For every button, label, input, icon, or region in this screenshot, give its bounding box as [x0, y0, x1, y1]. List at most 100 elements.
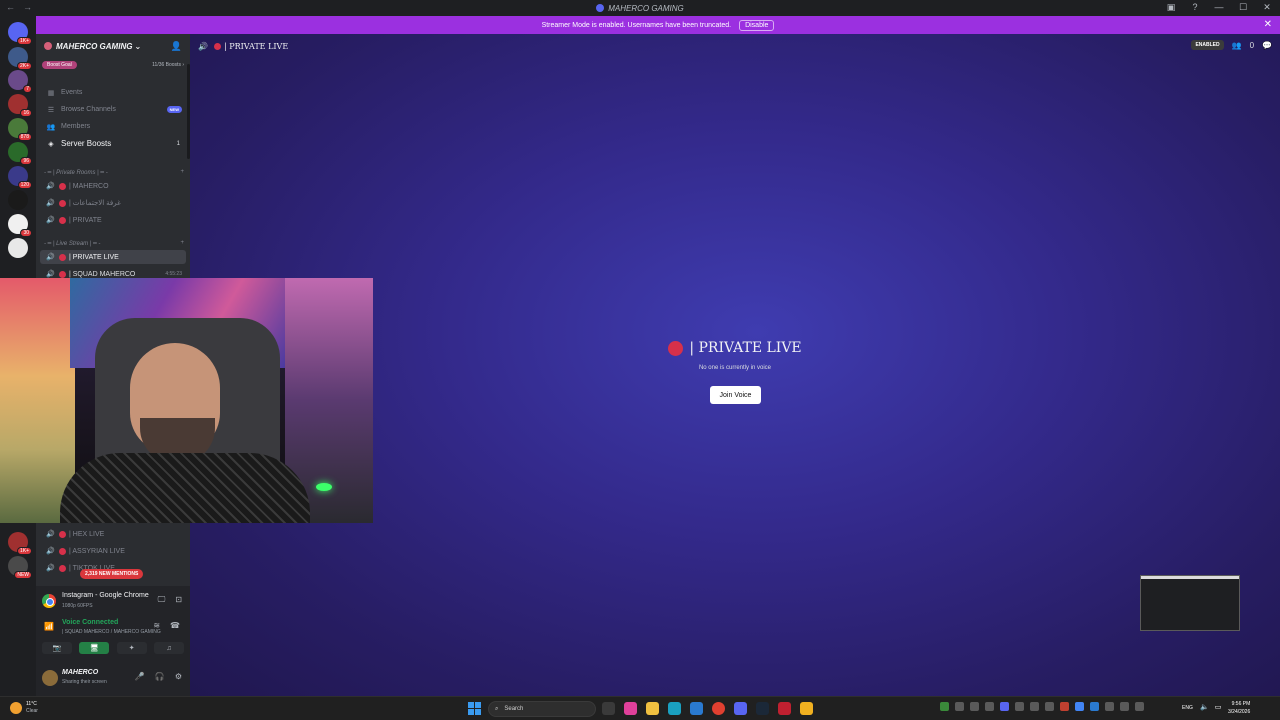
clock-date: 3/24/2026: [1228, 709, 1251, 715]
obs-icon[interactable]: [778, 702, 791, 715]
server-icon[interactable]: 7: [8, 70, 32, 93]
username[interactable]: MAHERCO: [62, 669, 98, 676]
members-icon[interactable]: 👥: [1232, 41, 1242, 50]
tray-app-icon[interactable]: [1030, 702, 1039, 711]
category-private-rooms[interactable]: - ━ | Private Rooms | ━ - +: [44, 167, 184, 177]
direct-messages-icon[interactable]: 1K+: [8, 22, 32, 45]
voice-channel-selected[interactable]: 🔊 | PRIVATE LIVE: [40, 250, 186, 264]
sidebar-item-server-boosts[interactable]: ◈ Server Boosts 1: [40, 136, 186, 151]
avatar[interactable]: [42, 670, 58, 686]
server-icon[interactable]: 120: [8, 166, 32, 189]
copilot-icon[interactable]: [624, 702, 637, 715]
add-channel-icon[interactable]: +: [180, 240, 184, 246]
language-indicator[interactable]: ENG: [1182, 705, 1193, 711]
unread-badge: 16: [20, 109, 32, 117]
streamer-mode-pill[interactable]: ENABLED: [1191, 40, 1224, 50]
server-icon[interactable]: 16: [8, 94, 32, 117]
server-icon[interactable]: 2K+: [8, 47, 32, 70]
category-live-stream[interactable]: - ━ | Live Stream | ━ - +: [44, 238, 184, 248]
help-icon[interactable]: ?: [1188, 2, 1202, 13]
channel-label: | HEX LIVE: [69, 530, 105, 538]
tray-app-icon[interactable]: [1075, 702, 1084, 711]
back-arrow-icon[interactable]: ←: [6, 2, 15, 12]
disable-streamer-mode-button[interactable]: Disable: [739, 19, 775, 31]
system-icons[interactable]: 🔈 ▭: [1200, 703, 1221, 711]
soundboard-button[interactable]: ♫: [153, 642, 184, 654]
new-mentions-pill[interactable]: 2,319 NEW MENTIONS: [80, 569, 144, 579]
voice-channel[interactable]: 🔊 | MAHERCO: [40, 179, 186, 193]
voice-channel[interactable]: 🔊 | HEX LIVE: [40, 527, 186, 541]
tray-app-icon[interactable]: [970, 702, 979, 711]
camera-button[interactable]: 📷: [42, 642, 72, 654]
windows-start-icon[interactable]: [468, 702, 481, 715]
tray-app-icon[interactable]: [1000, 702, 1009, 711]
voice-channel[interactable]: 🔊 | ASSYRIAN LIVE: [40, 544, 186, 558]
server-icon[interactable]: 96: [8, 142, 32, 165]
boost-goal-bar[interactable]: Boost Goal 11/36 Boosts ›: [42, 60, 184, 70]
server-icon[interactable]: 1K+: [8, 532, 32, 555]
forward-arrow-icon[interactable]: →: [23, 2, 32, 12]
sidebar-item-events[interactable]: ▦ Events: [40, 85, 186, 100]
stop-stream-icon[interactable]: ⊡: [175, 595, 182, 605]
red-dot-icon: [213, 42, 221, 50]
steam-icon[interactable]: [756, 702, 769, 715]
file-explorer-icon[interactable]: [646, 702, 659, 715]
screen-share-preview[interactable]: [1140, 575, 1240, 631]
chat-icon[interactable]: 💬: [1262, 41, 1272, 50]
server-icon[interactable]: 30: [8, 214, 32, 237]
activities-button[interactable]: ✦: [116, 642, 147, 654]
taskbar-clock[interactable]: 9:56 PM 3/24/2026: [1228, 700, 1250, 716]
tray-app-icon[interactable]: [1060, 702, 1069, 711]
webcam-light-left: [0, 278, 75, 523]
tray-app-icon[interactable]: [940, 702, 949, 711]
server-icon[interactable]: 878: [8, 118, 32, 141]
headphones-icon[interactable]: 🎧: [155, 672, 165, 681]
microphone-icon[interactable]: 🎤: [135, 672, 145, 681]
task-view-icon[interactable]: [602, 702, 615, 715]
tray-app-icon[interactable]: [1015, 702, 1024, 711]
browse-icon: ☰: [47, 106, 55, 114]
server-icon[interactable]: [8, 238, 28, 258]
sidebar-item-browse-channels[interactable]: ☰ Browse Channels NEW: [40, 102, 186, 117]
sidebar-item-members[interactable]: 👥 Members: [40, 119, 186, 134]
tray-app-icon[interactable]: [1120, 702, 1129, 711]
tray-app-icon[interactable]: [1090, 702, 1099, 711]
noise-suppression-icon[interactable]: ≋: [153, 621, 160, 630]
warning-icon[interactable]: [800, 702, 813, 715]
tray-app-icon[interactable]: [955, 702, 964, 711]
server-header[interactable]: MAHERCO GAMING ⌄ 👤: [36, 34, 190, 58]
tray-app-icon[interactable]: [1045, 702, 1054, 711]
webcam-overlay: [0, 278, 373, 523]
voice-channel[interactable]: 🔊 | PRIVATE: [40, 213, 186, 227]
disconnect-icon[interactable]: ☎: [170, 621, 180, 630]
voice-channel[interactable]: 🔊 | غرفة الاجتماعات: [40, 196, 186, 210]
taskbar-search[interactable]: ⌕ Search: [488, 701, 596, 717]
close-window-button[interactable]: ✕: [1260, 2, 1274, 13]
signal-icon[interactable]: 📶: [44, 622, 54, 631]
weather-widget[interactable]: 11°C Clear: [10, 701, 38, 714]
center-channel-title: | PRIVATE LIVE: [689, 340, 802, 356]
invite-people-icon[interactable]: 👤: [171, 41, 182, 52]
discord-taskbar-icon[interactable]: [734, 702, 747, 715]
tray-app-icon[interactable]: [1135, 702, 1144, 711]
edge-icon[interactable]: [668, 702, 681, 715]
minimize-button[interactable]: —: [1212, 2, 1226, 13]
server-icon[interactable]: NEW: [8, 556, 32, 579]
add-channel-icon[interactable]: +: [180, 169, 184, 175]
server-icon[interactable]: [8, 190, 28, 210]
join-voice-button[interactable]: Join Voice: [710, 386, 761, 404]
weather-temp: 11°C: [26, 701, 37, 707]
close-banner-icon[interactable]: ✕: [1264, 19, 1272, 30]
chrome-taskbar-icon[interactable]: [712, 702, 725, 715]
stream-preview-row[interactable]: Instagram - Google Chrome 1080p 60FPS 🖵 …: [40, 590, 186, 612]
gear-icon[interactable]: ⚙: [175, 672, 182, 681]
voice-connected-label[interactable]: Voice Connected: [62, 619, 118, 626]
tray-app-icon[interactable]: [985, 702, 994, 711]
maximize-button[interactable]: ☐: [1236, 2, 1250, 13]
unread-badge: 30: [20, 229, 32, 237]
stream-settings-icon[interactable]: 🖵: [158, 595, 166, 605]
tray-app-icon[interactable]: [1105, 702, 1114, 711]
screen-share-button[interactable]: 🖥: [79, 642, 110, 654]
inbox-icon[interactable]: ▣: [1164, 2, 1178, 13]
store-icon[interactable]: [690, 702, 703, 715]
